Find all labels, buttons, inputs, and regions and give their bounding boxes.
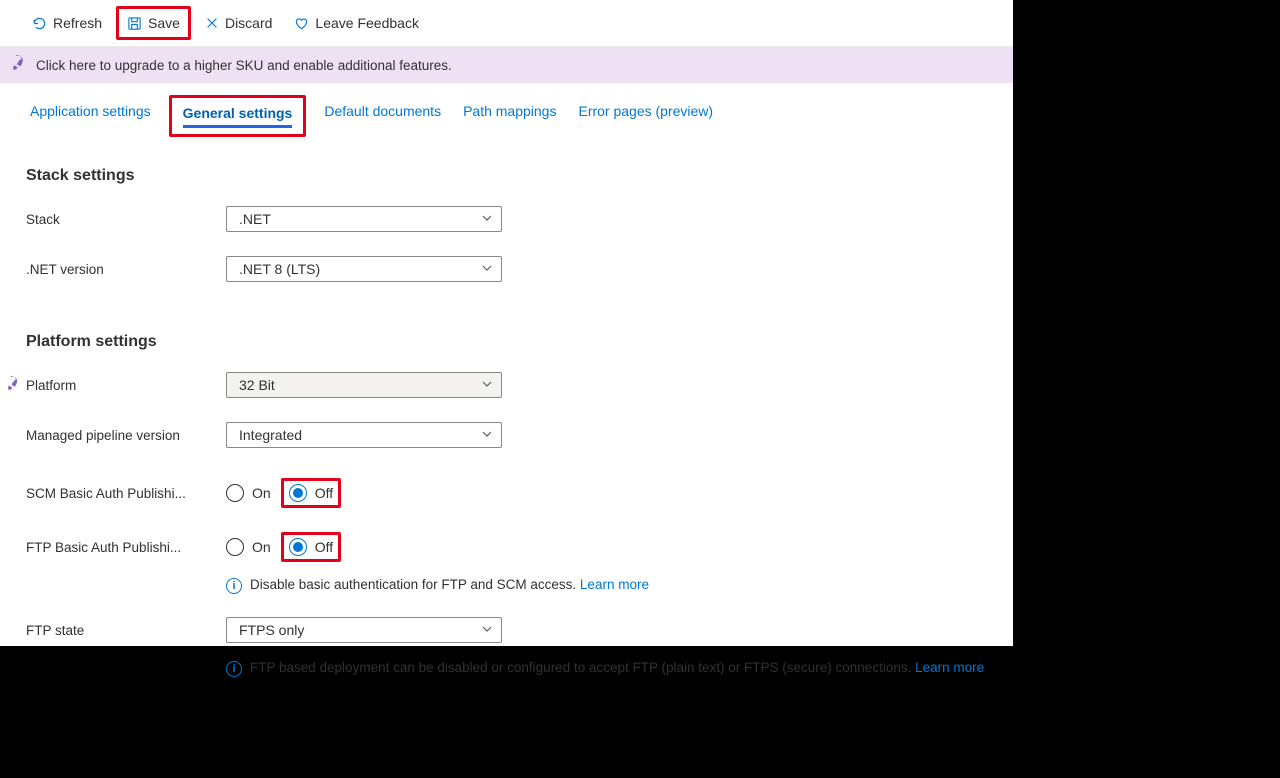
config-panel: Refresh Save Discard Leave Feedback Clic… (0, 0, 1013, 646)
content: Stack settings Stack .NET .NET version .… (0, 137, 1013, 689)
select-platform[interactable]: 32 Bit (226, 372, 502, 398)
save-button[interactable]: Save (116, 6, 191, 40)
label-ftp-state: FTP state (26, 623, 226, 638)
radio-icon (226, 484, 244, 502)
radio-ftp-off-highlight: Off (281, 532, 341, 562)
radio-icon (289, 538, 307, 556)
radio-icon (226, 538, 244, 556)
close-icon (205, 16, 219, 30)
rocket-icon (8, 53, 29, 76)
radio-ftp-on[interactable]: On (226, 538, 271, 556)
select-stack[interactable]: .NET (226, 206, 502, 232)
feedback-button[interactable]: Leave Feedback (286, 9, 427, 37)
radio-icon (289, 484, 307, 502)
tabs: Application settings General settings De… (0, 83, 1013, 137)
label-platform: Platform (26, 378, 226, 393)
info-icon: i (226, 661, 242, 677)
tab-general-settings[interactable]: General settings (179, 103, 297, 128)
chevron-down-icon (481, 377, 493, 393)
radio-scm-on[interactable]: On (226, 484, 271, 502)
rocket-icon (3, 374, 22, 395)
radio-ftp-off[interactable]: Off (289, 538, 333, 556)
radio-scm-off[interactable]: Off (289, 484, 333, 502)
discard-button[interactable]: Discard (197, 9, 280, 37)
tab-error-pages[interactable]: Error pages (preview) (574, 95, 717, 137)
section-platform-settings: Platform settings (26, 333, 987, 351)
label-ftp-auth: FTP Basic Auth Publishi... (26, 540, 226, 555)
chevron-down-icon (481, 261, 493, 277)
chevron-down-icon (481, 427, 493, 443)
upgrade-banner-text: Click here to upgrade to a higher SKU an… (36, 58, 452, 73)
info-basic-auth: i Disable basic authentication for FTP a… (226, 577, 987, 594)
info-icon: i (226, 578, 242, 594)
learn-more-link[interactable]: Learn more (915, 660, 984, 675)
select-ftp-state[interactable]: FTPS only (226, 617, 502, 643)
select-pipeline[interactable]: Integrated (226, 422, 502, 448)
toolbar: Refresh Save Discard Leave Feedback (0, 0, 1013, 47)
label-scm-auth: SCM Basic Auth Publishi... (26, 486, 226, 501)
tab-path-mappings[interactable]: Path mappings (459, 95, 560, 137)
refresh-button[interactable]: Refresh (24, 9, 110, 37)
tab-general-settings-highlight: General settings (169, 95, 307, 137)
radio-scm-off-highlight: Off (281, 478, 341, 508)
chevron-down-icon (481, 622, 493, 638)
label-stack: Stack (26, 212, 226, 227)
tab-application-settings[interactable]: Application settings (26, 95, 155, 137)
label-net-version: .NET version (26, 262, 226, 277)
refresh-icon (32, 16, 47, 31)
save-icon (127, 16, 142, 31)
tab-default-documents[interactable]: Default documents (320, 95, 445, 137)
upgrade-banner[interactable]: Click here to upgrade to a higher SKU an… (0, 47, 1013, 83)
heart-icon (294, 16, 309, 31)
section-stack-settings: Stack settings (26, 167, 987, 185)
info-ftp-state: i FTP based deployment can be disabled o… (226, 660, 987, 677)
select-net-version[interactable]: .NET 8 (LTS) (226, 256, 502, 282)
chevron-down-icon (481, 211, 493, 227)
learn-more-link[interactable]: Learn more (580, 577, 649, 592)
label-pipeline: Managed pipeline version (26, 428, 226, 443)
